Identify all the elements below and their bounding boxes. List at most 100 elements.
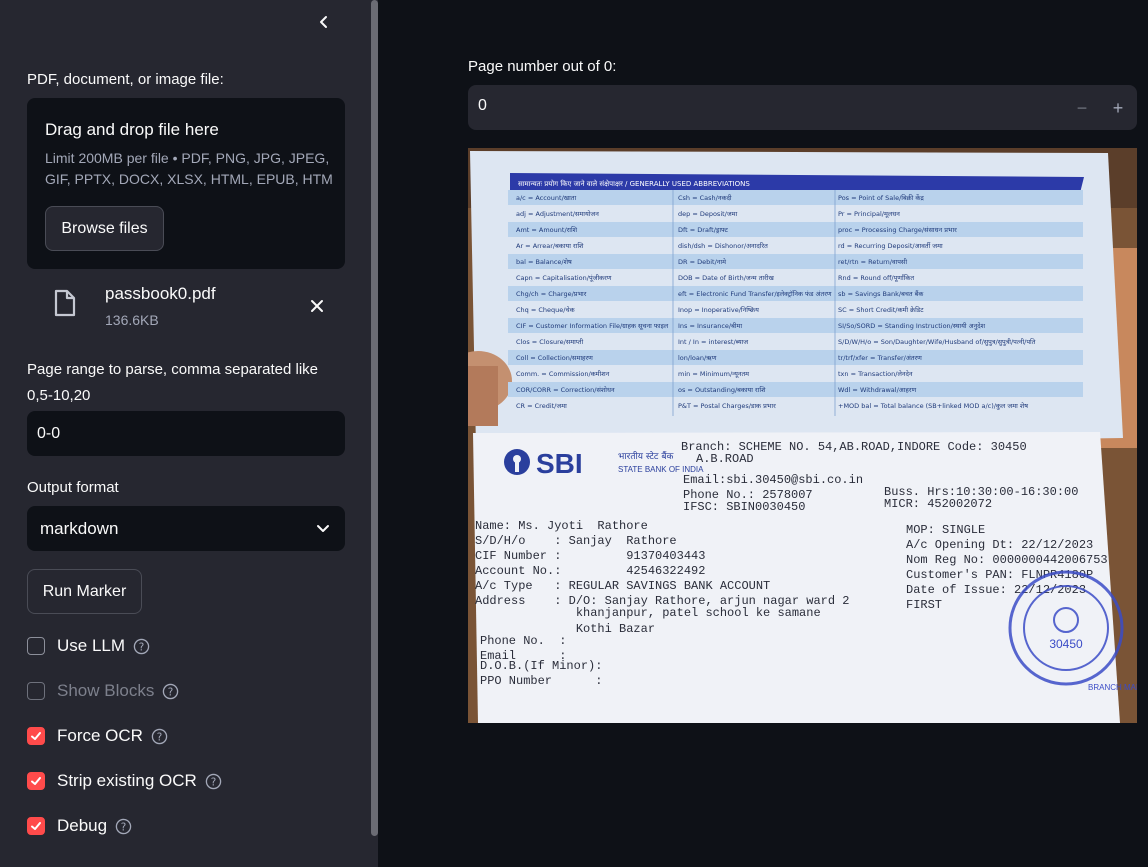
checkbox-debug[interactable]: Debug ? xyxy=(27,814,132,838)
account-detail-line: Account No.: 42546322492 xyxy=(475,564,705,578)
svg-text:?: ? xyxy=(157,731,163,743)
abbrev-cell: Ar = Arrear/बकाया राशि xyxy=(516,242,584,250)
email-line: Email:sbi.30450@sbi.co.in xyxy=(683,473,863,487)
abbrev-cell: Comm. = Commission/कमीशन xyxy=(516,370,610,378)
account-detail-line: Name: Ms. Jyoti Rathore xyxy=(475,519,648,533)
check-icon xyxy=(31,732,41,740)
abbrev-cell: Chg/ch = Charge/प्रभार xyxy=(516,290,587,298)
checkbox-strip-existing-ocr[interactable]: Strip existing OCR ? xyxy=(27,769,222,793)
help-icon[interactable]: ? xyxy=(151,728,168,745)
abbrev-cell: os = Outstanding/बकाया राशि xyxy=(678,386,766,394)
abbrev-cell: SC = Short Credit/कमी क्रेडिट xyxy=(838,306,924,314)
abbrev-cell: rd = Recurring Deposit/आवर्ती जमा xyxy=(838,242,943,250)
checkbox-show-blocks[interactable]: Show Blocks ? xyxy=(27,679,179,703)
abbrev-cell: S/D/W/H/o = Son/Daughter/Wife/Husband of… xyxy=(838,338,1036,346)
bank-hindi: भारतीय स्टेट बैंक xyxy=(618,450,674,462)
decrement-button[interactable]: − xyxy=(1069,95,1095,121)
abbrev-cell: txn = Transaction/लेनदेन xyxy=(838,370,913,378)
account-detail-line: D.O.B.(If Minor): xyxy=(480,659,602,673)
account-meta-line: MOP: SINGLE xyxy=(906,523,985,537)
file-icon xyxy=(54,289,76,317)
abbrev-cell: min = Minimum/न्यूनतम xyxy=(678,370,749,378)
abbrev-cell: Pos = Point of Sale/बिक्री केंद्र xyxy=(838,194,924,202)
page-range-label: Page range to parse, comma separated lik… xyxy=(27,361,318,404)
page-range-input[interactable]: 0-0 xyxy=(27,411,345,456)
check-icon xyxy=(31,822,41,830)
abbrev-cell: dep = Deposit/जमा xyxy=(678,210,738,218)
output-format-select[interactable]: markdown xyxy=(27,506,345,551)
abbrev-cell: Dft = Draft/ड्राफ्ट xyxy=(678,226,729,234)
checkbox-force-ocr[interactable]: Force OCR ? xyxy=(27,724,168,748)
abbrev-cell: CR = Credit/जमा xyxy=(516,402,567,410)
help-icon[interactable]: ? xyxy=(115,818,132,835)
increment-button[interactable]: + xyxy=(1105,95,1131,121)
abbrev-cell: dish/dsh = Dishonor/अनादरित xyxy=(678,242,768,250)
chevron-left-icon xyxy=(320,16,327,28)
checkbox-label: Use LLM xyxy=(57,636,126,655)
close-icon xyxy=(311,300,323,312)
collapse-sidebar-button[interactable] xyxy=(312,10,336,34)
file-name: passbook0.pdf xyxy=(105,284,216,303)
page-number-input[interactable]: 0 − + xyxy=(468,85,1137,130)
abbrev-cell: Inop = Inoperative/निष्क्रिय xyxy=(678,306,759,314)
checkbox-label: Debug xyxy=(57,816,108,835)
abbrev-cell: proc = Processing Charge/संसाधन प्रभार xyxy=(838,226,957,234)
checkbox-label: Show Blocks xyxy=(57,681,155,700)
abbrev-cell: Csh = Cash/नकदी xyxy=(678,194,732,202)
svg-text:?: ? xyxy=(168,686,174,698)
abbrev-cell: Coll = Collection/समाहरण xyxy=(516,354,593,362)
abbrev-row-band xyxy=(508,190,1083,205)
branch-line-2: A.B.ROAD xyxy=(696,452,754,466)
abbrev-cell: ret/rtn = Return/वापसी xyxy=(838,258,907,266)
account-meta-line: FIRST xyxy=(906,598,942,612)
abbrev-cell: eft = Electronic Fund Transfer/इलेक्ट्रॉ… xyxy=(678,290,832,298)
dropzone-limit-text: Limit 200MB per file • PDF, PNG, JPG, JP… xyxy=(45,150,333,187)
output-format-label: Output format xyxy=(27,479,119,496)
checkbox-box[interactable] xyxy=(27,727,45,745)
browse-files-button[interactable]: Browse files xyxy=(45,206,164,251)
abbrev-cell: SI/So/SORD = Standing Instruction/स्थायी… xyxy=(838,322,986,330)
help-icon[interactable]: ? xyxy=(133,638,150,655)
abbrev-cell: Capn = Capitalisation/पूंजीकरण xyxy=(516,274,612,282)
abbrev-cell: Chq = Cheque/चेक xyxy=(516,306,576,314)
abbrev-row-band xyxy=(508,350,1083,365)
abbrev-cell: lon/loan/ऋण xyxy=(678,354,717,362)
checkbox-box[interactable] xyxy=(27,682,45,700)
document-preview-image: सामान्यतः प्रयोग किए जाने वाले संक्षेपाक… xyxy=(468,148,1137,723)
checkbox-box[interactable] xyxy=(27,637,45,655)
abbrev-cell: tr/trf/xfer = Transfer/अंतरण xyxy=(838,354,922,362)
run-marker-button[interactable]: Run Marker xyxy=(27,569,142,614)
abbrev-cell: COR/CORR = Correction/संशोधन xyxy=(516,386,615,394)
help-icon[interactable]: ? xyxy=(162,683,179,700)
account-detail-line: A/c Type : REGULAR SAVINGS BANK ACCOUNT xyxy=(475,579,770,593)
abbrev-cell: P&T = Postal Charges/डाक प्रभार xyxy=(678,402,776,410)
account-detail-line: CIF Number : 91370403443 xyxy=(475,549,705,563)
abbrev-cell: adj = Adjustment/समायोजन xyxy=(516,210,599,218)
svg-text:?: ? xyxy=(121,821,127,833)
abbrev-cell: DR = Debit/नामे xyxy=(678,258,726,266)
abbrev-cell: bal = Balance/शेष xyxy=(516,258,572,266)
chevron-down-icon xyxy=(317,525,329,532)
checkbox-box[interactable] xyxy=(27,817,45,835)
checkbox-use-llm[interactable]: Use LLM ? xyxy=(27,634,150,658)
stamp-code: 30450 xyxy=(1049,637,1083,651)
abbrev-cell: Clos = Closure/समाप्ती xyxy=(516,338,584,346)
file-dropzone[interactable]: Drag and drop file here Limit 200MB per … xyxy=(27,98,345,269)
remove-file-button[interactable] xyxy=(305,294,329,318)
abbrev-cell: Rnd = Round off/पूर्णांकित xyxy=(838,274,914,282)
abbrev-cell: DOB = Date of Birth/जन्म तारीख xyxy=(678,274,774,282)
sidebar-scrollbar[interactable] xyxy=(371,0,378,836)
page-number-label: Page number out of 0: xyxy=(468,58,617,75)
abbrev-cell: a/c = Account/खाता xyxy=(516,194,576,202)
account-meta-line: Date of Issue: 22/12/2023 xyxy=(906,583,1086,597)
upload-label: PDF, document, or image file: xyxy=(27,71,224,88)
sbi-logo-text: SBI xyxy=(536,448,583,479)
file-size: 136.6KB xyxy=(105,312,159,328)
checkbox-box[interactable] xyxy=(27,772,45,790)
abbrev-cell: Int / In = interest/ब्याज xyxy=(678,338,748,346)
abbrev-cell: sb = Savings Bank/बचत बैंक xyxy=(838,290,924,298)
account-meta-line: Customer's PAN: FLNPR4180P xyxy=(906,568,1093,582)
abbrev-row-band xyxy=(508,254,1083,269)
abbrev-cell: CIF = Customer Information File/ग्राहक स… xyxy=(516,322,669,330)
help-icon[interactable]: ? xyxy=(205,773,222,790)
